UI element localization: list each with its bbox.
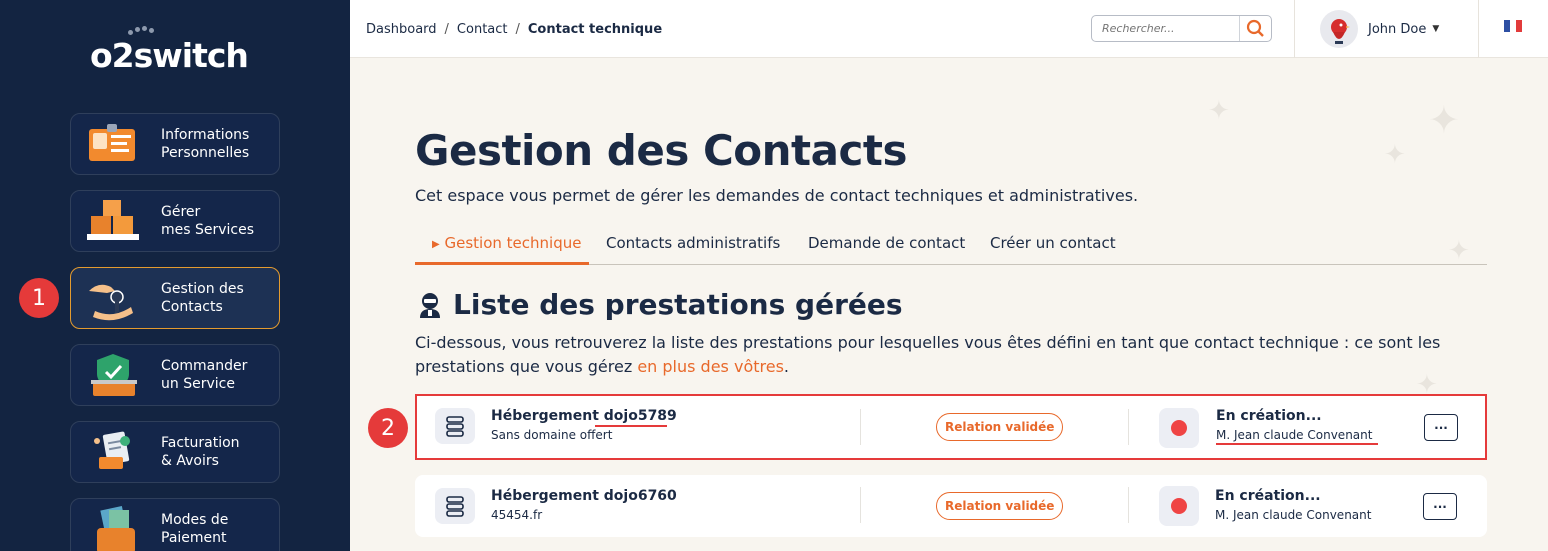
tab-bar: ▶ Gestion technique Contacts administrat…: [415, 228, 1487, 265]
page-subtitle: Cet espace vous permet de gérer les dema…: [415, 186, 1139, 205]
sidebar-item-services[interactable]: Gérer mes Services: [70, 190, 280, 252]
description-link[interactable]: en plus des vôtres: [637, 357, 784, 376]
sparkle-decoration: ✦: [1208, 96, 1230, 126]
invoice-icon: [85, 427, 145, 477]
user-name: John Doe: [1368, 21, 1427, 37]
breadcrumb-contact[interactable]: Contact: [457, 22, 508, 37]
server-icon: [435, 488, 475, 524]
breadcrumb-separator: /: [515, 22, 520, 37]
chevron-down-icon: ▼: [1432, 24, 1440, 34]
sparkle-decoration: ✦: [1384, 140, 1406, 170]
annotation-underline: [595, 425, 667, 427]
status-indicator: [1159, 408, 1199, 448]
tab-label: Gestion technique: [444, 234, 582, 252]
section-description: Ci-dessous, vous retrouverez la liste de…: [415, 331, 1475, 379]
column-divider: [1128, 409, 1129, 445]
search-button[interactable]: [1239, 16, 1271, 41]
sidebar-item-paiement[interactable]: Modes de Paiement: [70, 498, 280, 551]
section-title-text: Liste des prestations gérées: [453, 288, 903, 321]
user-menu[interactable]: John Doe ▼: [1320, 10, 1439, 48]
sidebar-item-facturation[interactable]: Facturation & Avoirs: [70, 421, 280, 483]
annotation-badge-1: 1: [19, 278, 59, 318]
sidebar-item-label: Gestion des Contacts: [161, 281, 244, 315]
avatar: [1320, 10, 1358, 48]
column-divider: [860, 487, 861, 523]
tab-gestion-technique[interactable]: ▶ Gestion technique: [432, 234, 581, 252]
server-icon: [435, 408, 475, 444]
more-options-button[interactable]: ···: [1424, 414, 1458, 441]
search-input[interactable]: [1102, 22, 1232, 35]
handshake-key-icon: [85, 273, 145, 323]
breadcrumb-dashboard[interactable]: Dashboard: [366, 22, 437, 37]
sidebar-item-informations[interactable]: Informations Personnelles: [70, 113, 280, 175]
column-divider: [860, 409, 861, 445]
boxes-icon: [85, 196, 145, 246]
red-status-dot: [1171, 498, 1187, 514]
breadcrumb-current: Contact technique: [527, 22, 663, 37]
search-box: [1091, 15, 1272, 42]
topbar-divider: [1294, 0, 1295, 58]
tab-contacts-administratifs[interactable]: Contacts administratifs: [606, 234, 780, 252]
breadcrumb: Dashboard / Contact / Contact technique: [366, 22, 662, 37]
sidebar-item-label: Gérer mes Services: [161, 204, 255, 238]
sidebar-item-contacts[interactable]: Gestion des Contacts: [70, 267, 280, 329]
description-text: Ci-dessous, vous retrouverez la liste de…: [415, 333, 1441, 376]
section-title: Liste des prestations gérées: [417, 288, 903, 321]
status-indicator: [1159, 486, 1199, 526]
search-icon: [1246, 19, 1264, 37]
technician-icon: [420, 292, 440, 318]
service-card[interactable]: Hébergement dojo6760 45454.fr Relation v…: [415, 475, 1487, 537]
caret-right-icon: ▶: [432, 239, 440, 250]
breadcrumb-separator: /: [444, 22, 449, 37]
id-card-icon: [85, 119, 145, 169]
service-card[interactable]: Hébergement dojo5789 Sans domaine offert…: [415, 394, 1487, 460]
shield-basket-icon: [85, 350, 145, 400]
more-options-button[interactable]: ···: [1423, 493, 1457, 520]
o2switch-logo[interactable]: o2switch: [90, 26, 249, 75]
service-name: Hébergement dojo5789: [491, 408, 677, 424]
service-name: Hébergement dojo6760: [491, 488, 677, 504]
sidebar-item-commander[interactable]: Commander un Service: [70, 344, 280, 406]
contact-name: M. Jean claude Convenant: [1216, 428, 1373, 442]
status-title: En création...: [1215, 488, 1321, 504]
tab-demande-de-contact[interactable]: Demande de contact: [808, 234, 965, 252]
annotation-underline: [1216, 443, 1378, 445]
page-title: Gestion des Contacts: [415, 126, 907, 175]
active-tab-indicator: [415, 262, 589, 265]
sidebar-item-label: Facturation & Avoirs: [161, 435, 240, 469]
column-divider: [1128, 487, 1129, 523]
relation-status-badge: Relation validée: [936, 413, 1064, 441]
sidebar-item-label: Commander un Service: [161, 358, 248, 392]
sidebar-item-label: Informations Personnelles: [161, 127, 250, 161]
topbar-divider: [1478, 0, 1479, 58]
sidebar-item-label: Modes de Paiement: [161, 512, 229, 546]
wallet-icon: [85, 504, 145, 551]
sparkle-decoration: ✦: [1428, 98, 1460, 142]
tab-creer-un-contact[interactable]: Créer un contact: [990, 234, 1116, 252]
annotation-badge-2: 2: [368, 408, 408, 448]
relation-status-badge: Relation validée: [936, 492, 1064, 520]
service-subtitle: 45454.fr: [491, 508, 543, 522]
contact-name: M. Jean claude Convenant: [1215, 508, 1372, 522]
red-status-dot: [1171, 420, 1187, 436]
french-flag-icon[interactable]: [1504, 20, 1522, 32]
sidebar: o2switch Informations Personnelles Gérer…: [0, 0, 350, 551]
service-subtitle: Sans domaine offert: [491, 428, 613, 442]
description-end: .: [783, 357, 789, 376]
topbar: Dashboard / Contact / Contact technique …: [350, 0, 1548, 58]
bird-avatar-icon: [1331, 19, 1350, 44]
status-title: En création...: [1216, 408, 1322, 424]
